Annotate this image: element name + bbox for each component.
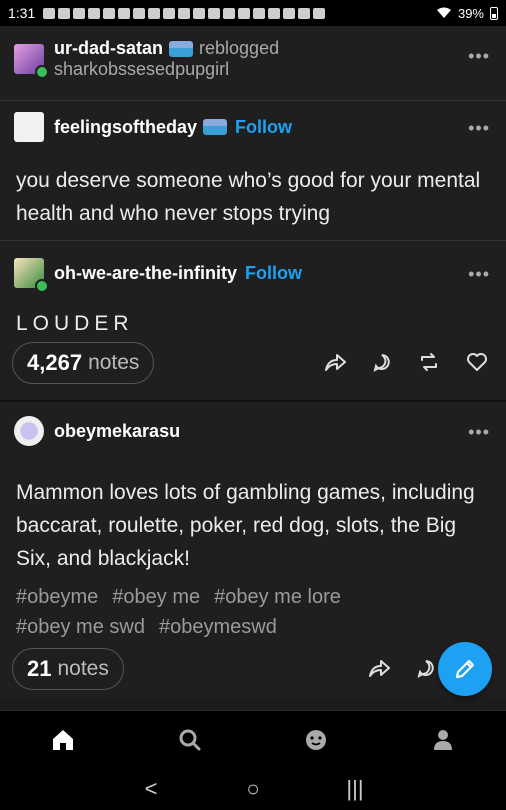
post-body: you deserve someone who’s good for your … [16, 169, 481, 225]
battery-icon [490, 6, 498, 20]
tab-search[interactable] [160, 720, 220, 760]
tab-account[interactable] [413, 720, 473, 760]
more-options-icon[interactable]: ••• [468, 46, 490, 67]
wifi-icon [436, 7, 451, 18]
more-options-icon[interactable]: ••• [468, 118, 490, 139]
bottom-tab-bar [0, 710, 506, 768]
reblog-badge-icon [35, 65, 49, 79]
share-icon[interactable] [368, 658, 390, 678]
activity-icon [306, 729, 327, 750]
battery-percent: 39% [457, 5, 484, 21]
reblog-badge-icon [35, 279, 49, 293]
follow-button[interactable]: Follow [245, 263, 302, 284]
reblog-source[interactable]: sharkobssesedpupgirl [54, 59, 279, 80]
post-original: obeymekarasu ••• Mammon loves lots of ga… [0, 402, 506, 698]
notes-button[interactable]: 21 notes [12, 648, 124, 690]
thread-item-header: oh-we-are-the-infinity Follow [14, 258, 506, 293]
status-time: 1:31 [8, 5, 36, 21]
recents-icon[interactable]: ||| [335, 776, 375, 802]
search-icon [179, 729, 201, 750]
tab-home[interactable] [33, 720, 93, 760]
thread-item-header: feelingsoftheday Follow [14, 112, 506, 142]
badge-icon [203, 119, 228, 135]
like-heart-icon[interactable] [466, 352, 488, 372]
follow-button[interactable]: Follow [235, 117, 292, 138]
reblogger-username[interactable]: ur-dad-satan [54, 38, 163, 59]
post-username[interactable]: obeymekarasu [54, 421, 180, 442]
user-avatar-icon[interactable] [14, 44, 49, 79]
notes-button[interactable]: 4,267 notes [12, 342, 155, 384]
post-header: obeymekarasu [14, 416, 506, 446]
home-button-icon[interactable]: ○ [233, 776, 273, 802]
post-actions [368, 658, 436, 678]
badge-icon [169, 40, 194, 57]
status-right: 39% [436, 6, 498, 21]
reply-icon[interactable] [416, 658, 436, 678]
divider [0, 240, 506, 241]
account-icon [433, 729, 452, 750]
reblog-icon[interactable] [418, 352, 440, 372]
compose-button[interactable] [438, 642, 492, 696]
tag[interactable]: #obey me [112, 586, 200, 608]
reply-icon[interactable] [372, 352, 392, 372]
status-bar: 1:31 39% [0, 0, 506, 26]
more-options-icon[interactable]: ••• [468, 422, 490, 443]
thread-username[interactable]: feelingsoftheday [54, 117, 197, 138]
tab-activity[interactable] [286, 720, 346, 760]
notes-label: notes [57, 657, 109, 680]
back-icon[interactable]: < [131, 776, 171, 802]
post-body: LOUDER [16, 312, 134, 335]
infinity-avatar-icon[interactable] [14, 258, 49, 293]
pencil-icon [455, 659, 475, 679]
post-reblog: ur-dad-satan reblogged sharkobssesedpupg… [0, 26, 506, 400]
post-body: Mammon loves lots of gambling games, inc… [16, 481, 475, 570]
more-options-icon[interactable]: ••• [468, 264, 490, 285]
notes-label: notes [88, 351, 140, 374]
home-icon [53, 729, 74, 750]
reblog-header: ur-dad-satan reblogged sharkobssesedpupg… [14, 38, 506, 80]
notification-icons [43, 7, 326, 19]
notes-count: 21 [27, 656, 52, 681]
system-nav-bar: < ○ ||| [0, 768, 506, 810]
tag[interactable]: #obeymeswd [159, 616, 277, 638]
divider [0, 100, 506, 101]
post-actions [324, 352, 488, 372]
thread-username[interactable]: oh-we-are-the-infinity [54, 263, 237, 284]
obeymekarasu-avatar-icon[interactable] [14, 416, 44, 446]
tag[interactable]: #obey me swd [16, 616, 145, 638]
post-tags: #obeyme #obey me #obey me lore #obey me sw… [16, 582, 486, 642]
feelings-avatar-icon[interactable] [14, 112, 44, 142]
share-icon[interactable] [324, 352, 346, 372]
reblogged-label: reblogged [199, 38, 280, 58]
tag[interactable]: #obeyme [16, 586, 98, 608]
notes-count: 4,267 [27, 350, 83, 375]
tag[interactable]: #obey me lore [214, 586, 341, 608]
